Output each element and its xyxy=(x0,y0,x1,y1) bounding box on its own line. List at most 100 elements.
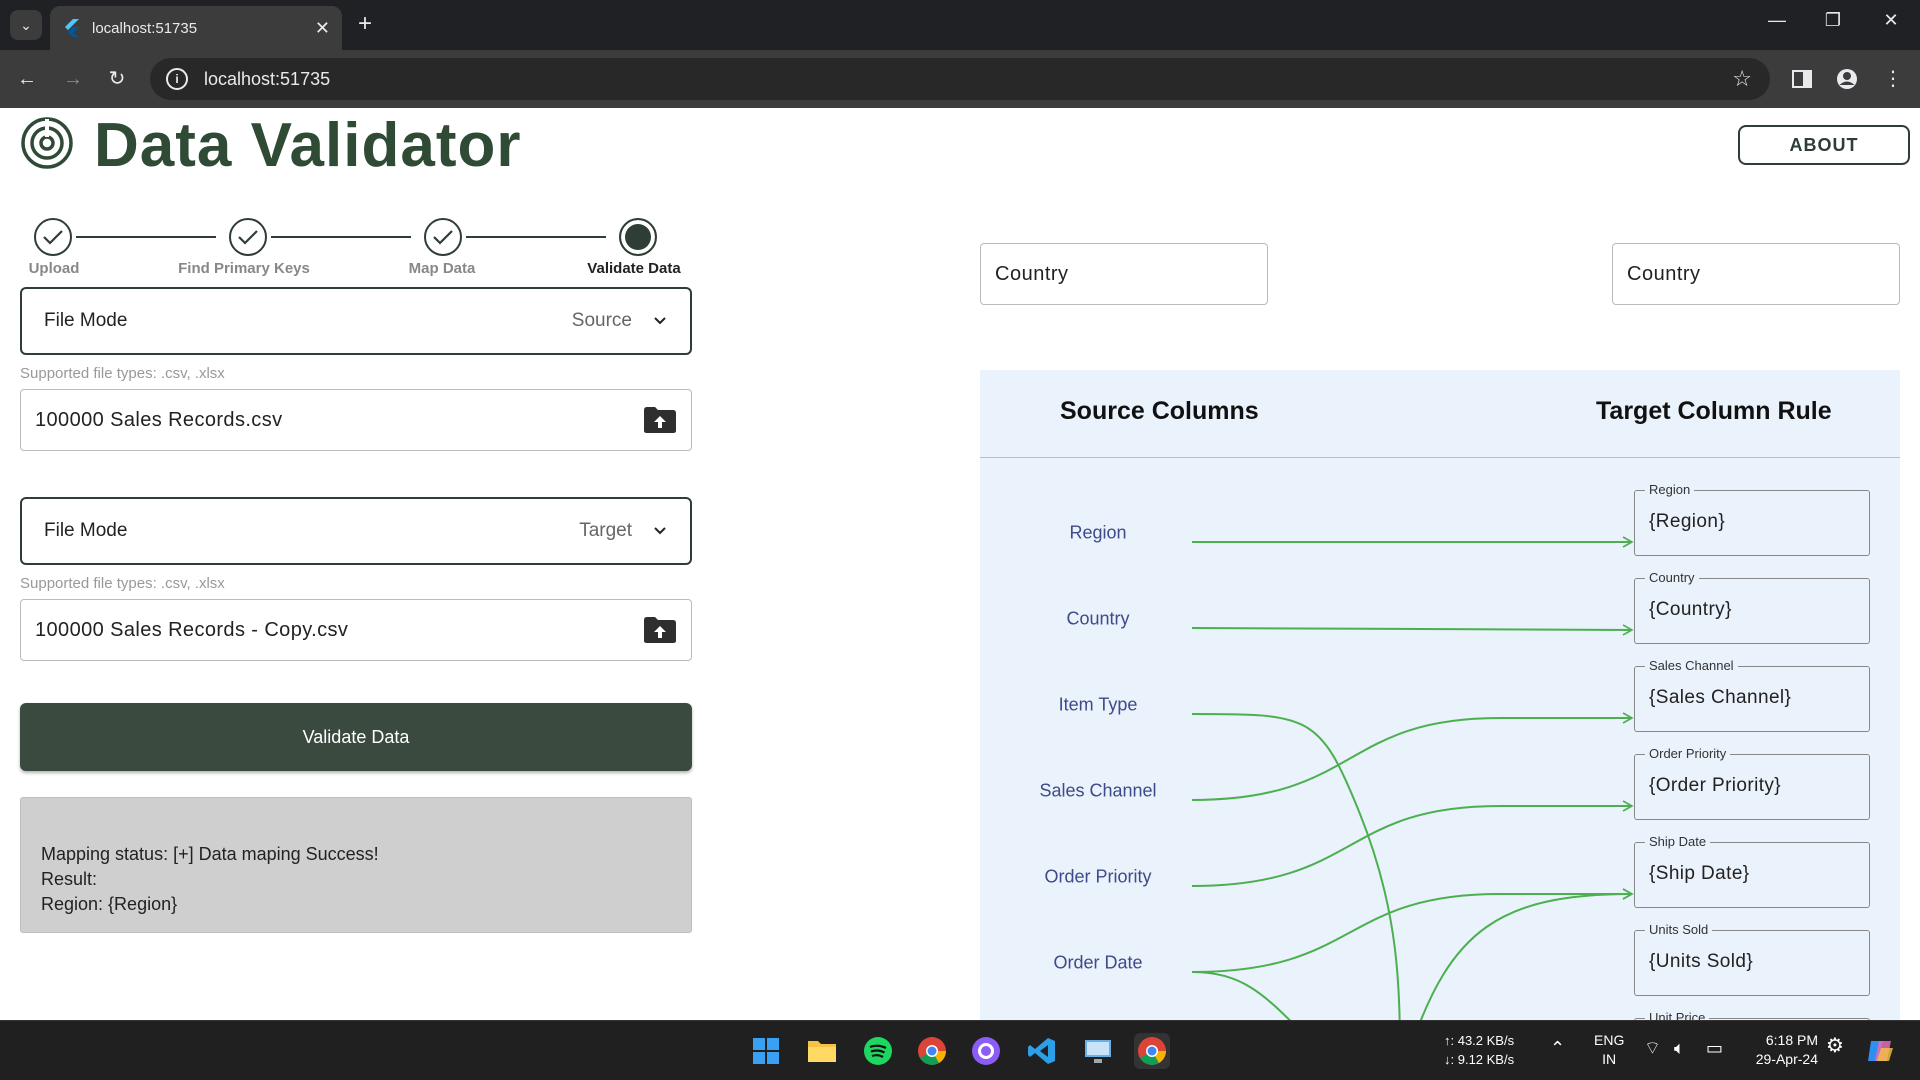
mapping-panel: Source Columns Target Column Rule Region… xyxy=(980,370,1900,1020)
step-primary-keys-check-icon[interactable] xyxy=(229,218,267,256)
step-map-data-check-icon[interactable] xyxy=(424,218,462,256)
source-column-label[interactable]: Country xyxy=(1066,609,1129,630)
step-connector xyxy=(466,236,606,238)
target-rule-value: {Ship Date} xyxy=(1649,863,1750,884)
github-desktop-icon[interactable] xyxy=(968,1033,1004,1069)
status-line: Mapping status: [+] Data maping Success! xyxy=(41,844,379,864)
file-mode-value: Source xyxy=(571,310,632,331)
target-rule-field[interactable]: Country {Country} xyxy=(1634,570,1870,644)
step-label-map-data: Map Data xyxy=(408,260,476,277)
source-column-label[interactable]: Order Date xyxy=(1053,953,1142,974)
file-explorer-icon[interactable] xyxy=(804,1033,840,1069)
target-rule-field[interactable]: Ship Date {Ship Date} xyxy=(1634,834,1870,908)
vscode-icon[interactable] xyxy=(1024,1033,1060,1069)
tab-search-chevron-icon[interactable]: ⌄ xyxy=(10,10,42,40)
flutter-icon xyxy=(62,19,80,37)
bookmark-star-icon[interactable]: ☆ xyxy=(1732,66,1752,92)
lang-primary: ENG xyxy=(1594,1032,1625,1048)
site-info-icon[interactable]: i xyxy=(166,68,188,90)
browser-tab[interactable]: localhost:51735 ✕ xyxy=(50,6,342,50)
clock-date: 29-Apr-24 xyxy=(1755,1051,1818,1067)
restore-icon[interactable]: ❐ xyxy=(1818,10,1848,31)
target-rule-value: {Sales Channel} xyxy=(1649,687,1792,708)
side-panel-icon[interactable] xyxy=(1787,64,1817,94)
target-rule-legend: Units Sold xyxy=(1645,922,1713,937)
source-column-label[interactable]: Region xyxy=(1069,523,1126,544)
target-file-mode-select[interactable]: File Mode Target xyxy=(20,497,692,565)
new-tab-plus-icon[interactable]: + xyxy=(352,12,378,38)
mapping-status-box: Mapping status: [+] Data maping Success!… xyxy=(20,797,692,933)
battery-icon[interactable]: ▭ xyxy=(1706,1039,1723,1058)
stepper: Upload Find Primary Keys Map Data Valida… xyxy=(20,218,690,282)
target-rule-field[interactable]: Order Priority {Order Priority} xyxy=(1634,746,1870,820)
target-rule-legend: Region xyxy=(1645,482,1695,497)
windows-taskbar: ↑: 43.2 KB/s ↓: 9.12 KB/s ⌃ ENG IN ⌔ 🔈︎ … xyxy=(0,1020,1920,1080)
windows-start-icon[interactable] xyxy=(748,1033,784,1069)
step-connector xyxy=(271,236,411,238)
profile-icon[interactable] xyxy=(1832,64,1862,94)
address-bar[interactable]: i localhost:51735 ☆ xyxy=(150,58,1770,100)
file-mode-label: File Mode xyxy=(44,310,128,331)
step-label-upload: Upload xyxy=(28,260,80,277)
target-file-input[interactable]: 100000 Sales Records - Copy.csv xyxy=(20,599,692,661)
source-file-name: 100000 Sales Records.csv xyxy=(35,408,283,431)
mapping-line xyxy=(1191,800,1634,887)
menu-kebab-icon[interactable]: ⋮ xyxy=(1878,64,1908,94)
target-rule-value: {Order Priority} xyxy=(1649,775,1782,796)
url-text: localhost:51735 xyxy=(204,68,331,89)
target-rule-legend: Order Priority xyxy=(1645,746,1731,761)
folder-upload-icon[interactable] xyxy=(643,616,677,644)
mapping-line xyxy=(1191,624,1634,636)
browser-toolbar: ← → ↻ i localhost:51735 ☆ ⋮ xyxy=(0,50,1920,108)
target-rule-value: {Units Sold} xyxy=(1649,951,1754,972)
step-validate-active-icon[interactable] xyxy=(619,218,657,256)
copilot-icon[interactable] xyxy=(1862,1033,1898,1069)
target-file-hint: Supported file types: .csv, .xlsx xyxy=(20,575,225,592)
source-file-hint: Supported file types: .csv, .xlsx xyxy=(20,365,225,382)
source-column-label[interactable]: Order Priority xyxy=(1044,867,1151,888)
settings-gear-icon[interactable]: ⚙ xyxy=(1826,1036,1844,1056)
target-rule-field[interactable]: Units Sold {Units Sold} xyxy=(1634,922,1870,996)
remote-desktop-icon[interactable] xyxy=(1080,1033,1116,1069)
validate-data-button[interactable]: Validate Data xyxy=(20,703,692,771)
step-connector xyxy=(76,236,216,238)
spotify-icon[interactable] xyxy=(860,1033,896,1069)
chrome-icon[interactable] xyxy=(914,1033,950,1069)
app-title: Data Validator xyxy=(94,111,522,180)
source-key-field[interactable]: Country xyxy=(980,243,1268,305)
language-indicator[interactable]: ENG IN xyxy=(1594,1031,1624,1069)
source-file-mode-select[interactable]: File Mode Source xyxy=(20,287,692,355)
back-arrow-icon[interactable]: ← xyxy=(12,64,42,94)
mapping-line xyxy=(1191,712,1634,801)
wifi-icon[interactable]: ⌔ xyxy=(1644,1039,1661,1058)
target-file-name: 100000 Sales Records - Copy.csv xyxy=(35,618,349,641)
mapping-line xyxy=(1191,971,1291,1020)
source-column-label[interactable]: Sales Channel xyxy=(1039,781,1156,802)
clock-time: 6:18 PM xyxy=(1765,1032,1818,1048)
reload-icon[interactable]: ↻ xyxy=(102,64,132,94)
target-rule-field[interactable]: Sales Channel {Sales Channel} xyxy=(1634,658,1870,732)
chevron-up-icon[interactable]: ⌃ xyxy=(1550,1039,1565,1058)
chrome-active-icon[interactable] xyxy=(1134,1033,1170,1069)
target-rule-field[interactable]: Region {Region} xyxy=(1634,482,1870,556)
forward-arrow-icon[interactable]: → xyxy=(58,64,88,94)
app-header: Data Validator ABOUT xyxy=(0,108,1920,180)
close-tab-icon[interactable]: ✕ xyxy=(315,18,330,39)
step-upload-check-icon[interactable] xyxy=(34,218,72,256)
target-rule-legend: Ship Date xyxy=(1645,834,1711,849)
minimize-icon[interactable]: — xyxy=(1762,10,1792,31)
target-rule-legend: Unit Price xyxy=(1645,1010,1710,1020)
about-button[interactable]: ABOUT xyxy=(1738,125,1910,165)
source-file-input[interactable]: 100000 Sales Records.csv xyxy=(20,389,692,451)
network-speed: ↑: 43.2 KB/s ↓: 9.12 KB/s xyxy=(1444,1031,1514,1069)
mapping-line-group xyxy=(1191,536,1634,1020)
folder-upload-icon[interactable] xyxy=(643,406,677,434)
close-window-icon[interactable]: ✕ xyxy=(1876,10,1906,31)
volume-icon[interactable]: 🔈︎ xyxy=(1674,1039,1685,1058)
chevron-down-icon xyxy=(654,527,666,535)
target-key-field[interactable]: Country xyxy=(1612,243,1900,305)
app-logo-icon xyxy=(21,117,73,169)
clock[interactable]: 6:18 PM 29-Apr-24 xyxy=(1746,1031,1818,1069)
source-column-label[interactable]: Item Type xyxy=(1059,695,1138,716)
mapping-line xyxy=(1191,713,1401,1020)
